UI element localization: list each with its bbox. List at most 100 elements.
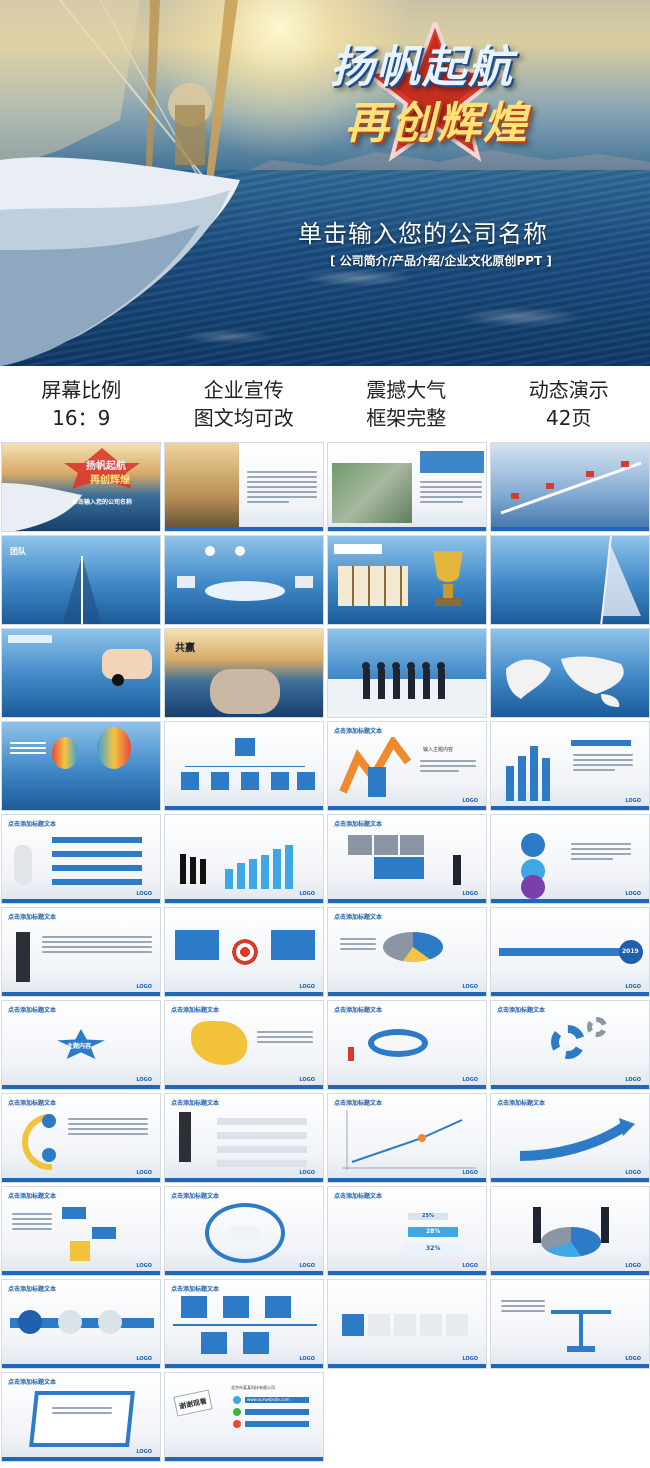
slide-thumbnail-pointer[interactable]: 点击添加标题文本 LOGO	[164, 1093, 324, 1183]
title-tag	[8, 635, 52, 643]
slide-thumbnail-balloons[interactable]	[1, 721, 161, 811]
list-bar	[52, 851, 142, 857]
slide-thumbnail-grid: 扬帆起航 再创辉煌 单击输入您的公司名称 团队 共赢 点击添加标题文本 输入主题…	[0, 442, 650, 1462]
slide-thumbnail-roadmap[interactable]: 2019 LOGO	[490, 907, 650, 997]
logo-label: LOGO	[136, 891, 152, 897]
block	[92, 1227, 116, 1239]
balloon	[52, 737, 78, 769]
feature-value: 42页	[546, 406, 592, 430]
feature-editable: 企业宣传 图文均可改	[163, 366, 326, 438]
year-label: 2019	[622, 948, 639, 955]
text-block	[247, 471, 317, 506]
line-chart-graphic	[342, 1110, 476, 1170]
slide-thumbnail-team-pie[interactable]: LOGO	[490, 1186, 650, 1276]
blue-panel	[271, 930, 315, 960]
slide-thumbnail-arrow-chart[interactable]: 点击添加标题文本 输入主题内容 LOGO	[327, 721, 487, 811]
percent-label: 28%	[426, 1228, 441, 1235]
slide-thumbnail-circle-flow[interactable]: 点击添加标题文本 LOGO	[164, 1186, 324, 1276]
cycle-node	[521, 833, 545, 857]
puzzle-piece	[400, 835, 424, 855]
slide-thumbnail-percent[interactable]: 点击添加标题文本 25% 28% 32% LOGO	[327, 1186, 487, 1276]
businessman-image	[179, 1112, 191, 1162]
slide-thumbnail-culture[interactable]	[490, 535, 650, 625]
slide-thumbnail-pillars[interactable]: LOGO	[490, 721, 650, 811]
slide-thumbnail-location[interactable]	[327, 442, 487, 532]
slide-thumbnail-gears[interactable]: 点击添加标题文本 LOGO	[490, 1000, 650, 1090]
slide-thumbnail-intro[interactable]	[164, 442, 324, 532]
slide-thumbnail-process[interactable]: 点击添加标题文本 LOGO	[1, 1279, 161, 1369]
aerial-city-image	[332, 463, 412, 523]
feature-value: 框架完整	[366, 406, 447, 430]
feature-row: 屏幕比例 16：9 企业宣传 图文均可改 震撼大气 框架完整 动态演示 42页	[0, 366, 650, 438]
slide-thumbnail-cubes[interactable]: LOGO	[327, 1279, 487, 1369]
slide-thumbnail-pie[interactable]: 点击添加标题文本 LOGO	[327, 907, 487, 997]
org-line	[185, 766, 305, 767]
slide-thumbnail-advantage[interactable]	[164, 535, 324, 625]
feature-label: 屏幕比例	[41, 378, 122, 402]
slide-title: 点击添加标题文本	[8, 914, 57, 921]
timeline-box	[265, 1296, 291, 1318]
org-top-box	[235, 738, 255, 756]
3d-figure	[14, 845, 32, 885]
text-block	[257, 1031, 313, 1046]
slide-thumbnail-star[interactable]: 点击添加标题文本 主题内容 LOGO	[1, 1000, 161, 1090]
slide-thumbnail-speaker[interactable]: 点击添加标题文本 LOGO	[1, 907, 161, 997]
slide-thumbnail-china-map[interactable]: 点击添加标题文本 LOGO	[164, 1000, 324, 1090]
slide-thumbnail-ring[interactable]: 点击添加标题文本 LOGO	[327, 1000, 487, 1090]
hand-image	[102, 649, 152, 679]
slide-thumbnail-thanks[interactable]: 谢谢观看 北京市某某科技有限公司 www.ourwebsite.com	[164, 1372, 324, 1462]
weibo-icon	[233, 1420, 241, 1428]
feature-label: 企业宣传	[203, 378, 284, 402]
ring-graphic	[368, 1029, 428, 1057]
org-box	[181, 772, 199, 790]
text-block	[12, 1213, 52, 1233]
slide-thumbnail-cover[interactable]: 扬帆起航 再创辉煌 单击输入您的公司名称	[1, 442, 161, 532]
globe-icon	[233, 1396, 241, 1404]
company-line: 北京市某某科技有限公司	[231, 1385, 275, 1390]
slide-thumbnail-puzzle[interactable]: 点击添加标题文本 LOGO	[327, 814, 487, 904]
slide-thumbnail-network[interactable]	[490, 628, 650, 718]
logo-label: LOGO	[462, 1356, 478, 1362]
website-line: www.ourwebsite.com	[247, 1397, 290, 1402]
slide-thumbnail-blocks[interactable]: 点击添加标题文本 LOGO	[1, 1186, 161, 1276]
cube	[368, 1314, 390, 1336]
slide-thumbnail-team[interactable]: 团队	[1, 535, 161, 625]
org-box	[241, 772, 259, 790]
logo-label: LOGO	[136, 1356, 152, 1362]
scale-base	[567, 1346, 595, 1352]
slide-thumbnail-talent[interactable]	[327, 628, 487, 718]
bar-chart-graphic	[180, 845, 293, 889]
blue-panel	[175, 930, 219, 960]
slide-thumbnail-history[interactable]	[490, 442, 650, 532]
text-block	[573, 754, 633, 774]
slide-thumbnail-bar-chart[interactable]: LOGO	[164, 814, 324, 904]
blue-banner	[420, 451, 484, 473]
slide-thumbnail-cycle[interactable]: LOGO	[490, 814, 650, 904]
slide-thumbnail-winwin[interactable]: 共赢	[164, 628, 324, 718]
logo-label: LOGO	[462, 984, 478, 990]
slide-thumbnail-scale[interactable]: LOGO	[490, 1279, 650, 1369]
slide-thumbnail-ab-options[interactable]: 点击添加标题文本 LOGO	[1, 1093, 161, 1183]
center-node	[230, 1225, 260, 1239]
logo-label: LOGO	[625, 1263, 641, 1269]
text-block	[10, 742, 46, 757]
slide-thumbnail-timeline-boxes[interactable]: 点击添加标题文本 LOGO	[164, 1279, 324, 1369]
process-node	[58, 1310, 82, 1334]
list-bar	[52, 837, 142, 843]
slide-thumbnail-growth-line[interactable]: 点击添加标题文本 LOGO	[327, 1093, 487, 1183]
logo-label: LOGO	[462, 798, 478, 804]
logo-label: LOGO	[299, 1077, 315, 1083]
slide-thumbnail-decision[interactable]	[1, 628, 161, 718]
logo-label: LOGO	[462, 1170, 478, 1176]
slide-thumbnail-target[interactable]: LOGO	[164, 907, 324, 997]
slide-thumbnail-curved-arrow[interactable]: 点击添加标题文本 LOGO	[490, 1093, 650, 1183]
slide-title: 点击添加标题文本	[8, 821, 57, 828]
timeline-line	[173, 1324, 317, 1326]
slide-thumbnail-org-chart[interactable]	[164, 721, 324, 811]
slide-thumbnail-honor[interactable]	[327, 535, 487, 625]
logo-label: LOGO	[299, 1263, 315, 1269]
slide-thumbnail-figure-list[interactable]: 点击添加标题文本 LOGO	[1, 814, 161, 904]
hero-title-line2: 再创辉煌	[345, 99, 529, 148]
logo-label: LOGO	[625, 891, 641, 897]
slide-thumbnail-frame[interactable]: 点击添加标题文本 LOGO	[1, 1372, 161, 1462]
